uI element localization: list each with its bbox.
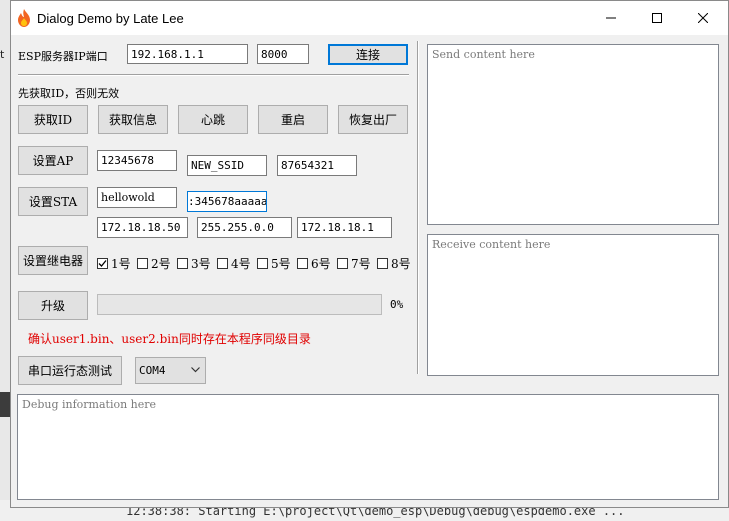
relay-checkbox-label: 3号 [191, 257, 211, 271]
relay-checkbox-label: 1号 [111, 257, 131, 271]
window-title: Dialog Demo by Late Lee [37, 11, 184, 26]
upgrade-button[interactable]: 升级 [18, 291, 88, 320]
checkbox-unchecked-icon [257, 258, 268, 269]
title-bar[interactable]: Dialog Demo by Late Lee [11, 1, 728, 35]
relay-checkbox-1[interactable]: 1号 [97, 255, 131, 272]
com-port-value: COM4 [139, 364, 166, 377]
set-ap-button[interactable]: 设置AP [18, 146, 88, 175]
heartbeat-button[interactable]: 心跳 [178, 105, 248, 134]
minimize-icon [606, 17, 616, 19]
relay-checkbox-8[interactable]: 8号 [377, 255, 411, 272]
ap-ssid-input[interactable]: NEW_SSID [187, 155, 267, 176]
connect-button[interactable]: 连接 [328, 44, 408, 65]
chevron-down-icon [191, 367, 200, 373]
relay-checkbox-6[interactable]: 6号 [297, 255, 331, 272]
esp-server-label: ESP服务器IP端口 [18, 50, 108, 63]
close-button[interactable] [680, 1, 726, 35]
relay-checkbox-label: 2号 [151, 257, 171, 271]
sta-gateway-input[interactable]: 172.18.18.1 [297, 217, 392, 238]
checkbox-unchecked-icon [297, 258, 308, 269]
upgrade-warning: 确认user1.bin、user2.bin同时存在本程序同级目录 [28, 332, 311, 346]
restart-button[interactable]: 重启 [258, 105, 328, 134]
send-content-textarea[interactable]: Send content here [427, 44, 719, 225]
port-input[interactable]: 8000 [257, 44, 309, 64]
checkbox-unchecked-icon [217, 258, 228, 269]
maximize-button[interactable] [634, 1, 680, 35]
relay-checkbox-label: 4号 [231, 257, 251, 271]
factory-reset-button[interactable]: 恢复出厂 [338, 105, 408, 134]
dialog-window: Dialog Demo by Late Lee ESP服务器IP端口 192.1… [10, 0, 729, 508]
relay-checkbox-label: 8号 [391, 257, 411, 271]
ip-address-input[interactable]: 192.168.1.1 [127, 44, 248, 64]
close-icon [698, 13, 708, 23]
com-port-select[interactable]: COM4 [135, 357, 206, 384]
checkbox-unchecked-icon [137, 258, 148, 269]
background-window-edge: t [0, 0, 10, 521]
minimize-button[interactable] [588, 1, 634, 35]
relay-checkbox-label: 6号 [311, 257, 331, 271]
background-edge-text: t [0, 48, 5, 61]
sta-password-input[interactable]: :345678aaaaaa [187, 191, 267, 212]
relay-checkbox-3[interactable]: 3号 [177, 255, 211, 272]
relay-checkbox-7[interactable]: 7号 [337, 255, 371, 272]
sta-ssid-input[interactable]: hellowold [97, 187, 177, 208]
debug-info-textarea[interactable]: Debug information here [17, 394, 719, 500]
sta-ip-input[interactable]: 172.18.18.50 [97, 217, 188, 238]
get-id-button[interactable]: 获取ID [18, 105, 88, 134]
set-sta-button[interactable]: 设置STA [18, 187, 88, 216]
relay-checkbox-5[interactable]: 5号 [257, 255, 291, 272]
relay-checkbox-4[interactable]: 4号 [217, 255, 251, 272]
maximize-icon [652, 13, 662, 23]
background-dark-block [0, 392, 10, 417]
relay-checkbox-label: 5号 [271, 257, 291, 271]
checkbox-unchecked-icon [377, 258, 388, 269]
set-relay-button[interactable]: 设置继电器 [18, 246, 88, 275]
flame-icon [17, 9, 31, 27]
notice-label: 先获取ID，否则无效 [18, 87, 120, 100]
upgrade-progress-bar [97, 294, 382, 315]
serial-test-button[interactable]: 串口运行态测试 [18, 356, 122, 385]
get-info-button[interactable]: 获取信息 [98, 105, 168, 134]
receive-content-textarea[interactable]: Receive content here [427, 234, 719, 376]
sta-mask-input[interactable]: 255.255.0.0 [197, 217, 292, 238]
ap-extra-input[interactable]: 87654321 [277, 155, 357, 176]
separator [18, 74, 409, 76]
checkbox-unchecked-icon [177, 258, 188, 269]
ap-password-input[interactable]: 12345678 [97, 150, 177, 171]
vertical-separator [417, 41, 419, 374]
checkbox-unchecked-icon [337, 258, 348, 269]
upgrade-progress-text: 0% [390, 298, 404, 311]
relay-checkbox-label: 7号 [351, 257, 371, 271]
checkbox-checked-icon [97, 258, 108, 269]
relay-checkbox-2[interactable]: 2号 [137, 255, 171, 272]
